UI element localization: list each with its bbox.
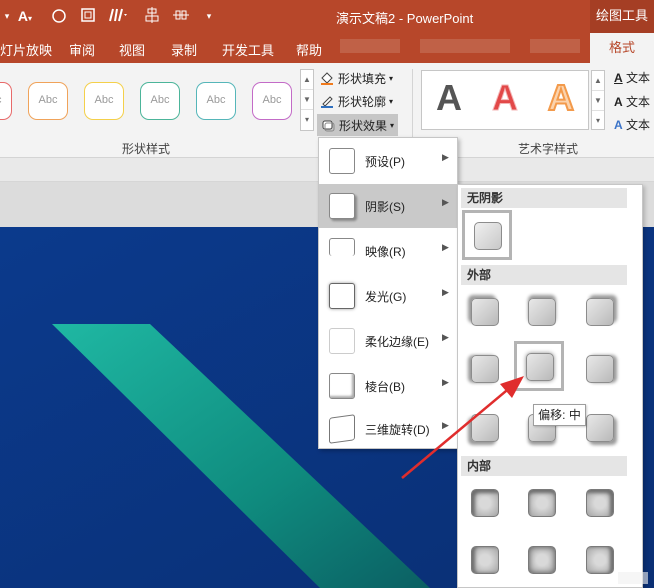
watermark <box>618 572 648 584</box>
annotation-arrow <box>401 376 524 479</box>
arrow-head <box>500 376 524 398</box>
arrow-shaft <box>401 385 513 479</box>
